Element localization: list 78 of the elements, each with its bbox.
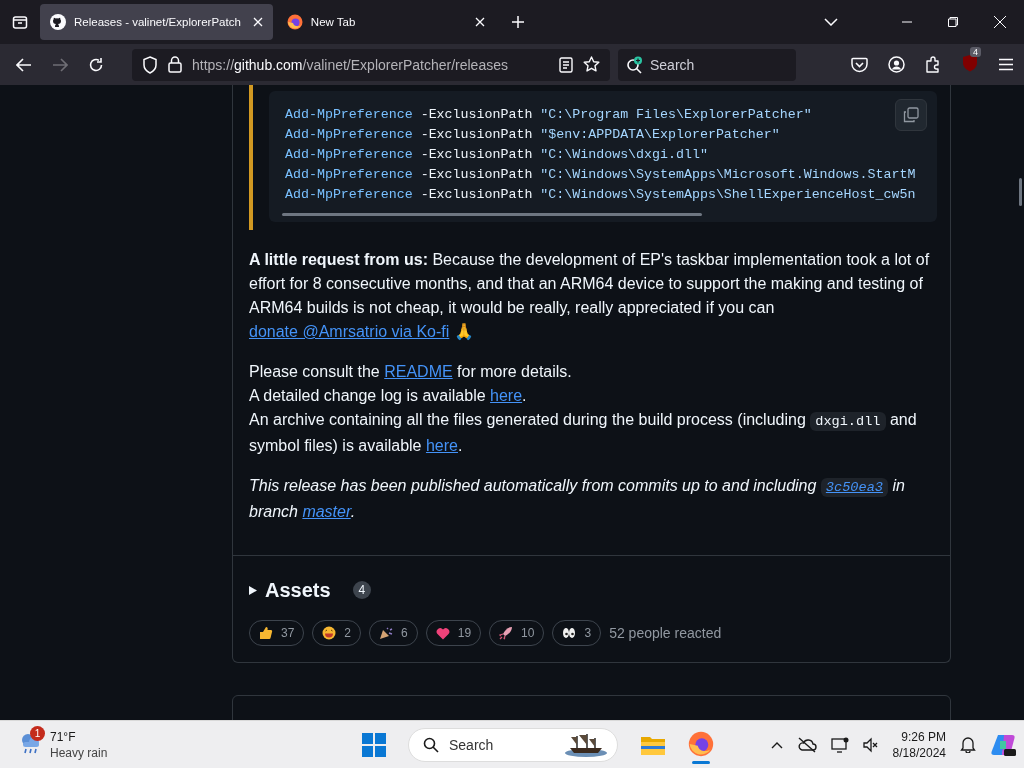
back-icon[interactable] xyxy=(16,57,32,72)
forward-icon[interactable] xyxy=(52,57,68,72)
menu-icon[interactable] xyxy=(998,58,1014,71)
lock-icon[interactable] xyxy=(168,56,182,73)
link[interactable]: donate @Amrsatrio via Ko-fi xyxy=(249,323,450,340)
restore-icon[interactable] xyxy=(948,17,958,27)
monitor-icon[interactable] xyxy=(830,736,849,753)
star-icon[interactable] xyxy=(583,56,600,73)
link[interactable]: README xyxy=(384,363,453,380)
cloud-off-icon[interactable] xyxy=(796,736,817,753)
expand-triangle-icon[interactable] xyxy=(249,585,257,595)
firefox-icon xyxy=(688,731,714,757)
link[interactable]: master xyxy=(302,503,351,520)
scrollbar-thumb[interactable] xyxy=(1019,178,1022,206)
code-line: Add-MpPreference -ExclusionPath "C:\Windows\dxgi.dll" xyxy=(285,146,708,164)
reload-icon[interactable] xyxy=(88,56,104,73)
code-line: Add-MpPreference -ExclusionPath "C:\Program Files\ExplorerPatcher" xyxy=(285,106,812,124)
temperature: 71°F xyxy=(50,728,77,745)
windows-start-icon[interactable] xyxy=(362,732,386,757)
weather-widget[interactable]: 1 71°F Heavy rain xyxy=(18,728,318,761)
new-tab-icon[interactable] xyxy=(510,15,525,29)
chevron-up-icon[interactable] xyxy=(770,740,783,749)
code-line: Add-MpPreference -ExclusionPath "C:\Windows\SystemApps\ShellExperienceHost_cw5n xyxy=(285,186,916,204)
copy-icon xyxy=(903,107,919,123)
extensions-icon[interactable] xyxy=(925,56,942,73)
close-icon[interactable] xyxy=(474,17,485,27)
shield-icon[interactable] xyxy=(142,55,158,74)
heart-icon xyxy=(435,626,450,640)
extension-badge: 4 xyxy=(970,46,981,57)
reader-view-icon[interactable] xyxy=(559,56,573,73)
party-popper-icon xyxy=(379,626,394,640)
tab-list-icon[interactable] xyxy=(12,14,28,30)
scrollbar-thumb[interactable] xyxy=(282,213,702,216)
commit-link[interactable]: 3c50ea3 xyxy=(820,478,888,497)
paragraph: An archive containing all the files generated during the build process (including dxgi.dll and symbol files) is available here. xyxy=(249,410,918,456)
chevron-down-icon[interactable] xyxy=(824,18,838,26)
link[interactable]: here xyxy=(490,387,523,404)
reactions-summary: 52 people reacted xyxy=(609,624,722,643)
assets-heading[interactable]: Assets xyxy=(265,578,331,602)
url-text: https://github.com/valinet/ExplorerPatcher/releases xyxy=(192,56,508,73)
link[interactable]: here xyxy=(425,437,458,454)
eyes-icon xyxy=(562,627,577,639)
browser-tab[interactable]: New Tab xyxy=(276,4,495,40)
pocket-icon[interactable] xyxy=(851,56,868,73)
laughing-face-icon xyxy=(322,626,337,640)
address-bar[interactable]: https://github.com/valinet/ExplorerPatcher/releases xyxy=(132,48,610,81)
count-badge: 4 xyxy=(352,581,372,599)
paragraph: A little request from us: Because the development of EP's taskbar implementation took a lot of effort for 8 consecutive months, and that an ARM64 device to support the making and testing of ARM64 builds is not cheap, it would be really, really appreciated if you can donate @Amrsatrio via Ko-fi 🙏 xyxy=(249,250,931,343)
copy-button[interactable] xyxy=(895,99,927,131)
code-line: Add-MpPreference -ExclusionPath "C:\Windows\SystemApps\Microsoft.Windows.StartM xyxy=(285,166,916,184)
tab-title: New Tab xyxy=(310,16,357,28)
date: 8/18/2024 xyxy=(892,744,946,761)
thumbs-up-icon xyxy=(259,626,273,640)
copilot-icon[interactable] xyxy=(990,732,1016,757)
close-icon[interactable] xyxy=(994,16,1006,28)
speaker-muted-icon[interactable] xyxy=(862,736,879,753)
github-icon xyxy=(50,14,66,30)
time: 9:26 PM xyxy=(901,728,946,745)
search-icon xyxy=(423,736,439,753)
paragraph: Please consult the README for more details. xyxy=(249,362,573,382)
weather-condition: Heavy rain xyxy=(50,744,108,761)
paragraph: This release has been published automatically from commits up to and including 3c50ea3 in branch master. xyxy=(249,476,906,522)
search-icon xyxy=(626,55,644,74)
close-icon[interactable] xyxy=(252,17,263,27)
search-field[interactable]: Search xyxy=(618,48,796,81)
code-line: Add-MpPreference -ExclusionPath "$env:APPDATA\ExplorerPatcher" xyxy=(285,126,780,144)
clock[interactable]: 9:26 PM 8/18/2024 xyxy=(892,728,946,761)
rocket-icon xyxy=(499,626,514,640)
account-icon[interactable] xyxy=(888,56,905,73)
firefox-icon xyxy=(286,14,303,30)
inline-code: dxgi.dll xyxy=(810,412,886,431)
notification-badge: 1 xyxy=(30,725,45,741)
paragraph: A detailed change log is available here. xyxy=(249,386,528,406)
bell-icon[interactable] xyxy=(960,736,976,753)
taskbar-search-field[interactable]: Search xyxy=(408,727,618,762)
ship-icon xyxy=(563,731,609,758)
tab-title: Releases - valinet/ExplorerPatch xyxy=(74,16,241,28)
browser-tab[interactable]: Releases - valinet/ExplorerPatch xyxy=(40,4,273,40)
